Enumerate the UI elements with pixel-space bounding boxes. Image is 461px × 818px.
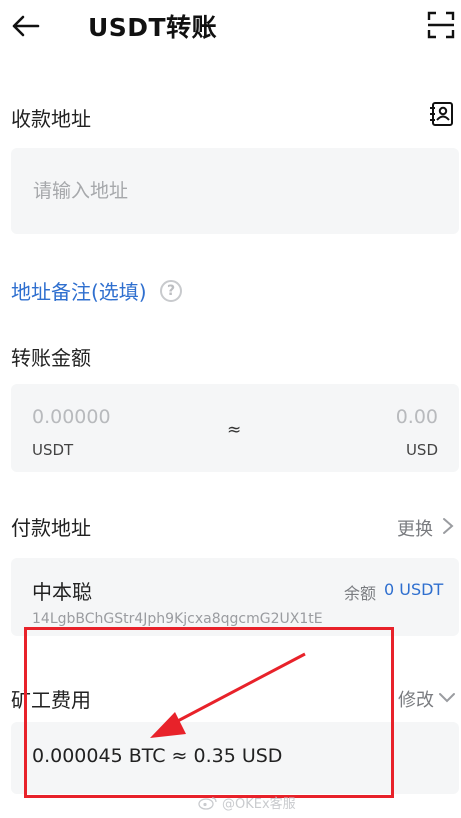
scan-icon[interactable] bbox=[426, 10, 456, 40]
payment-address-label: 付款地址 bbox=[11, 516, 91, 540]
balance-label: 余额 bbox=[344, 584, 377, 603]
address-memo-link[interactable]: 地址备注(选填) bbox=[11, 276, 147, 305]
miner-fee-box: 0.000045 BTC ≈ 0.35 USD bbox=[11, 722, 459, 794]
wallet-card: 中本聪 余额 0 USDT 14LgbBChGStr4Jph9Kjcxa8qgc… bbox=[11, 558, 459, 636]
usdt-transfer-page: USDT转账 收款地址 地址备注(选填) ? 转账金额 0.00000 USDT… bbox=[0, 0, 461, 818]
watermark-text: @OKEx客服 bbox=[222, 797, 296, 812]
weibo-icon bbox=[198, 796, 217, 810]
miner-fee-value: 0.000045 BTC ≈ 0.35 USD bbox=[32, 745, 283, 767]
weibo-watermark: @OKEx客服 bbox=[198, 793, 296, 812]
usdt-unit-label: USDT bbox=[32, 441, 74, 459]
miner-fee-label: 矿工费用 bbox=[11, 688, 91, 712]
transfer-amount-label: 转账金额 bbox=[11, 346, 91, 370]
usd-amount-input[interactable]: 0.00 bbox=[396, 406, 438, 428]
balance-value: 0 USDT bbox=[384, 580, 444, 599]
page-title: USDT转账 bbox=[88, 13, 218, 42]
wallet-name: 中本聪 bbox=[32, 580, 92, 604]
usdt-amount-input[interactable]: 0.00000 bbox=[32, 406, 111, 428]
address-book-icon[interactable] bbox=[428, 100, 456, 128]
recipient-address-label: 收款地址 bbox=[11, 107, 91, 131]
amount-input-box[interactable]: 0.00000 USDT ≈ 0.00 USD bbox=[11, 384, 459, 472]
help-question-icon[interactable]: ? bbox=[160, 280, 182, 302]
edit-fee-button[interactable]: 修改 bbox=[398, 686, 434, 712]
change-wallet-button[interactable]: 更换 bbox=[397, 515, 433, 541]
approx-sign: ≈ bbox=[227, 420, 242, 440]
wallet-address: 14LgbBChGStr4Jph9Kjcxa8qgcmG2UX1tE bbox=[32, 611, 323, 627]
back-arrow-icon[interactable] bbox=[10, 10, 42, 42]
recipient-address-input[interactable] bbox=[11, 148, 459, 234]
usd-unit-label: USD bbox=[405, 441, 438, 459]
chevron-right-icon[interactable] bbox=[441, 516, 455, 536]
chevron-down-icon[interactable] bbox=[438, 690, 456, 704]
